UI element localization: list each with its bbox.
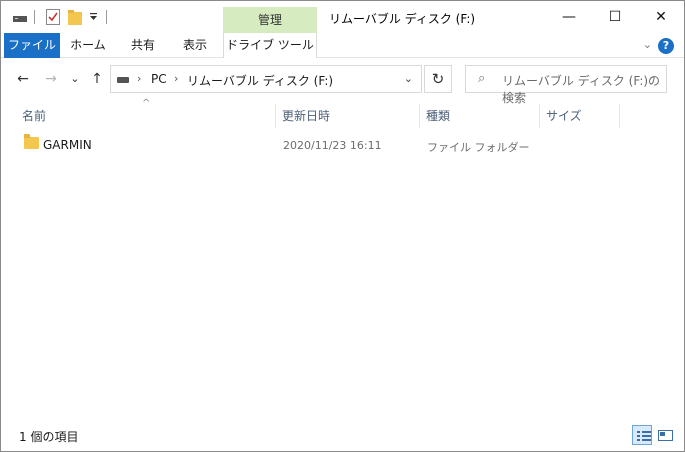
tab-share[interactable]: 共有	[121, 33, 165, 58]
breadcrumb-separator[interactable]: ›	[137, 72, 141, 85]
tab-view[interactable]: 表示	[173, 33, 217, 58]
close-button[interactable]: ✕	[638, 1, 684, 33]
breadcrumb-separator[interactable]: ›	[174, 72, 178, 85]
column-header-modified[interactable]: 更新日時	[276, 104, 420, 128]
quick-access-separator	[34, 10, 35, 24]
tab-manage[interactable]: 管理	[223, 7, 317, 34]
new-folder-icon[interactable]	[68, 9, 82, 25]
tab-home[interactable]: ホーム	[66, 33, 110, 58]
properties-icon[interactable]	[46, 9, 60, 25]
search-box[interactable]: ⌕ リムーバブル ディスク (F:)の検索	[465, 65, 667, 105]
minimize-button[interactable]: —	[546, 1, 592, 33]
quick-access-separator	[106, 10, 107, 24]
list-item[interactable]: GARMIN 2020/11/23 16:11 ファイル フォルダー	[2, 134, 685, 156]
drive-icon[interactable]	[13, 13, 27, 23]
back-button[interactable]: ←	[13, 69, 33, 89]
help-icon[interactable]: ?	[658, 38, 674, 54]
address-dropdown-icon[interactable]: ⌄	[404, 72, 413, 85]
title-bar: 管理 リムーバブル ディスク (F:) — ☐ ✕	[1, 1, 684, 34]
item-type: ファイル フォルダー	[427, 141, 530, 154]
item-modified: 2020/11/23 16:11	[283, 139, 382, 152]
forward-button[interactable]: →	[41, 69, 61, 89]
large-icons-view-icon[interactable]	[655, 425, 675, 445]
details-view-icon[interactable]	[632, 425, 652, 445]
navigation-bar: ← → ⌄ ↑ › PC › リムーバブル ディスク (F:) ⌄ ↻ ⌕ リム…	[1, 58, 684, 105]
drive-icon	[117, 77, 129, 83]
refresh-button[interactable]: ↻	[424, 65, 452, 93]
ribbon-tabs: ファイル ホーム 共有 表示 ドライブ ツール ⌄ ?	[1, 33, 684, 58]
item-name[interactable]: GARMIN	[43, 138, 92, 152]
recent-locations-button[interactable]: ⌄	[65, 69, 85, 89]
column-headers: ^ 名前 更新日時 種類 サイズ	[2, 98, 685, 128]
breadcrumb-removable-disk[interactable]: リムーバブル ディスク (F:)	[187, 72, 333, 89]
explorer-window: 管理 リムーバブル ディスク (F:) — ☐ ✕ ファイル ホーム 共有 表示…	[0, 0, 685, 452]
search-icon: ⌕	[478, 71, 486, 86]
maximize-button[interactable]: ☐	[592, 1, 638, 33]
window-title: リムーバブル ディスク (F:)	[329, 12, 476, 26]
status-item-count: 1 個の項目	[19, 430, 79, 444]
tab-drive-tools[interactable]: ドライブ ツール	[223, 33, 317, 58]
tab-file[interactable]: ファイル	[4, 33, 60, 58]
column-header-name[interactable]: 名前	[16, 104, 276, 128]
ribbon-expand-icon[interactable]: ⌄	[643, 38, 652, 51]
customize-toolbar-icon[interactable]	[89, 13, 98, 22]
column-header-size[interactable]: サイズ	[540, 104, 620, 128]
address-bar[interactable]: › PC › リムーバブル ディスク (F:) ⌄	[110, 65, 422, 93]
breadcrumb-pc[interactable]: PC	[151, 72, 167, 86]
folder-icon	[24, 134, 39, 149]
up-button[interactable]: ↑	[87, 69, 107, 89]
column-header-type[interactable]: 種類	[420, 104, 540, 128]
search-input[interactable]: リムーバブル ディスク (F:)の検索	[502, 72, 666, 106]
